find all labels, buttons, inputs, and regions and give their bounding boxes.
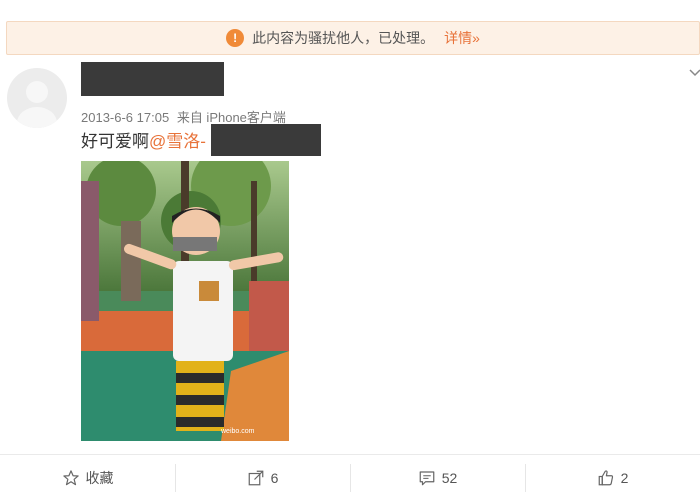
post-timestamp[interactable]: 2013-6-6 17:05	[81, 110, 169, 125]
post-photo[interactable]: weibo.com	[81, 161, 289, 441]
thumbs-up-icon	[598, 470, 613, 486]
comment-icon	[419, 471, 435, 486]
divider	[0, 454, 700, 455]
star-icon	[62, 470, 79, 486]
favorite-label: 收藏	[85, 470, 114, 486]
share-icon	[248, 470, 263, 486]
like-button[interactable]: 2	[525, 462, 700, 494]
post-mention[interactable]: @雪洛-	[149, 132, 206, 151]
repost-count: 6	[270, 470, 279, 486]
post-text: 好可爱啊@雪洛-	[81, 131, 206, 153]
chevron-down-icon[interactable]	[688, 66, 700, 80]
like-count: 2	[620, 470, 629, 486]
avatar[interactable]	[7, 68, 67, 128]
post-source: 来自 iPhone客户端	[176, 110, 286, 125]
notice-detail-link[interactable]: 详情»	[444, 28, 480, 48]
username-redacted[interactable]	[81, 62, 224, 96]
notice-message: 此内容为骚扰他人，已处理。	[252, 30, 435, 46]
favorite-button[interactable]: 收藏	[0, 462, 175, 494]
moderation-notice: ! 此内容为骚扰他人，已处理。 详情»	[6, 21, 700, 55]
comment-count: 52	[441, 470, 458, 486]
mention-redacted	[211, 124, 321, 156]
warning-icon: !	[226, 29, 245, 47]
photo-watermark: weibo.com	[220, 428, 255, 435]
comment-button[interactable]: 52	[350, 462, 525, 494]
post-text-body: 好可爱啊	[81, 132, 149, 151]
repost-button[interactable]: 6	[175, 462, 350, 494]
post-actions: 收藏 6 52 2	[0, 462, 700, 494]
